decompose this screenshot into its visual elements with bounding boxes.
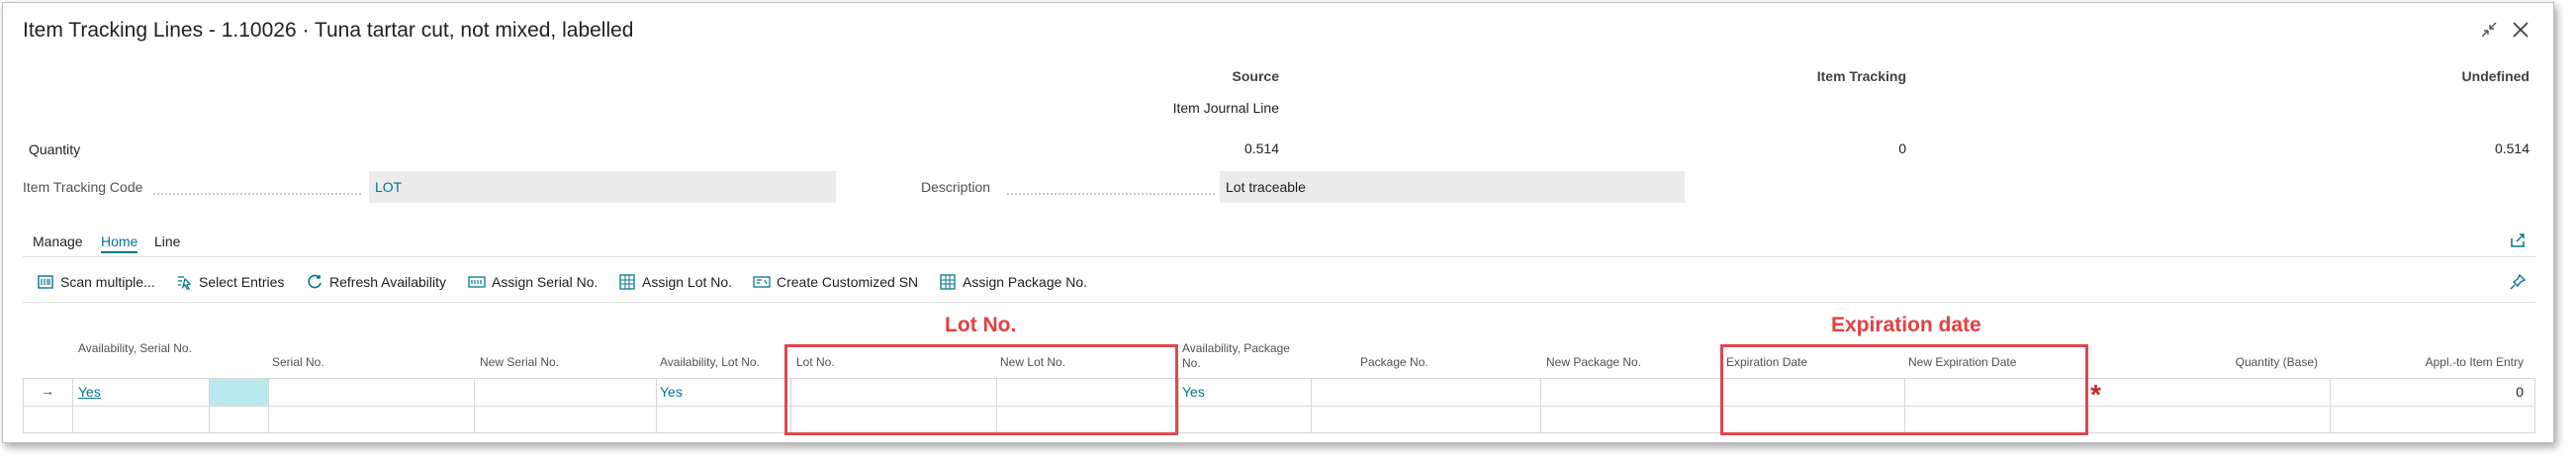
- header-availability-package[interactable]: Availability, Package No.: [1182, 341, 1311, 371]
- create-customized-sn-label: Create Customized SN: [777, 274, 919, 290]
- expiration-date-highlight-box: [1720, 344, 2088, 435]
- lot-number-icon: [618, 273, 636, 291]
- description-dots: [1007, 193, 1215, 195]
- serial-number-icon: [468, 273, 486, 291]
- header-serial-no[interactable]: Serial No.: [272, 355, 324, 370]
- required-asterisk: *: [2090, 379, 2101, 410]
- quantity-source-value: 0.514: [1243, 140, 1279, 156]
- summary-source-header: Source: [1232, 68, 1279, 84]
- dialog-title: Item Tracking Lines - 1.10026 · Tuna tar…: [23, 19, 634, 42]
- grid-col-divider: [1178, 378, 1179, 433]
- customized-sn-icon: [753, 273, 771, 291]
- refresh-availability-label: Refresh Availability: [329, 274, 447, 290]
- grid-col-divider: [474, 378, 475, 433]
- description-label: Description: [921, 179, 991, 195]
- refresh-icon: [306, 273, 323, 291]
- select-entries-label: Select Entries: [199, 274, 285, 290]
- summary-source-name: Item Journal Line: [1172, 100, 1279, 116]
- grid-row-divider: [23, 406, 2535, 407]
- grid-col-divider: [1311, 378, 1312, 433]
- lot-no-highlight-box: [784, 344, 1178, 435]
- header-new-serial-no[interactable]: New Serial No.: [480, 355, 559, 370]
- divider: [23, 256, 2535, 257]
- item-tracking-code-label: Item Tracking Code: [23, 179, 143, 195]
- quantity-label: Quantity: [29, 141, 81, 157]
- select-entries-icon: [175, 273, 193, 291]
- cell-availability-lot[interactable]: Yes: [660, 384, 683, 400]
- lot-no-annotation: Lot No.: [945, 314, 1017, 336]
- assign-package-button[interactable]: Assign Package No.: [939, 273, 1087, 291]
- close-icon[interactable]: [2508, 17, 2533, 43]
- assign-package-label: Assign Package No.: [963, 274, 1088, 290]
- assign-lot-button[interactable]: Assign Lot No.: [618, 273, 732, 291]
- cell-appl-to-item-entry[interactable]: 0: [2427, 384, 2524, 400]
- header-package-no[interactable]: Package No.: [1360, 355, 1428, 370]
- expiration-date-annotation: Expiration date: [1831, 314, 1981, 336]
- quantity-undefined-value: 0.514: [2494, 140, 2530, 156]
- row-indicator-arrow: →: [41, 383, 54, 399]
- item-tracking-code-dots: [153, 193, 361, 195]
- scan-multiple-button[interactable]: Scan multiple...: [37, 273, 155, 291]
- header-quantity-base[interactable]: Quantity (Base): [2130, 355, 2318, 370]
- grid-col-divider: [2330, 378, 2331, 433]
- divider-actions: [23, 302, 2535, 303]
- select-entries-button[interactable]: Select Entries: [175, 273, 284, 291]
- grid-col-divider: [209, 378, 210, 433]
- grid-col-divider: [656, 378, 657, 433]
- item-tracking-dialog: Item Tracking Lines - 1.10026 · Tuna tar…: [2, 2, 2554, 443]
- package-number-icon: [939, 273, 957, 291]
- grid-col-divider: [268, 378, 269, 433]
- assign-lot-label: Assign Lot No.: [642, 274, 733, 290]
- item-tracking-code-field[interactable]: LOT: [369, 171, 836, 203]
- grid-col-divider: [72, 378, 73, 433]
- header-availability-serial[interactable]: Availability, Serial No.: [78, 341, 197, 356]
- menu-line[interactable]: Line: [154, 233, 180, 249]
- cell-availability-serial[interactable]: Yes: [78, 384, 101, 400]
- scan-multiple-label: Scan multiple...: [60, 274, 155, 290]
- summary-item-tracking-header: Item Tracking: [1816, 68, 1906, 84]
- collapse-icon[interactable]: [2476, 17, 2502, 43]
- header-availability-lot[interactable]: Availability, Lot No.: [660, 355, 760, 370]
- summary-undefined-header: Undefined: [2461, 68, 2530, 84]
- header-appl-to-item-entry[interactable]: Appl.-to Item Entry: [2328, 355, 2524, 370]
- pin-icon[interactable]: [2508, 272, 2528, 292]
- description-field: Lot traceable: [1220, 171, 1685, 203]
- scan-icon: [37, 273, 54, 291]
- selected-cell[interactable]: [209, 379, 268, 406]
- grid-col-divider: [1540, 378, 1541, 433]
- refresh-availability-button[interactable]: Refresh Availability: [306, 273, 446, 291]
- header-new-package-no[interactable]: New Package No.: [1546, 355, 1641, 370]
- share-icon[interactable]: [2508, 231, 2528, 250]
- create-customized-sn-button[interactable]: Create Customized SN: [753, 273, 918, 291]
- menu-home[interactable]: Home: [101, 233, 138, 253]
- quantity-item-tracking-value: 0: [1898, 140, 1906, 156]
- menu-manage[interactable]: Manage: [33, 233, 83, 249]
- assign-serial-button[interactable]: Assign Serial No.: [468, 273, 598, 291]
- cell-availability-package[interactable]: Yes: [1182, 384, 1205, 400]
- assign-serial-label: Assign Serial No.: [492, 274, 598, 290]
